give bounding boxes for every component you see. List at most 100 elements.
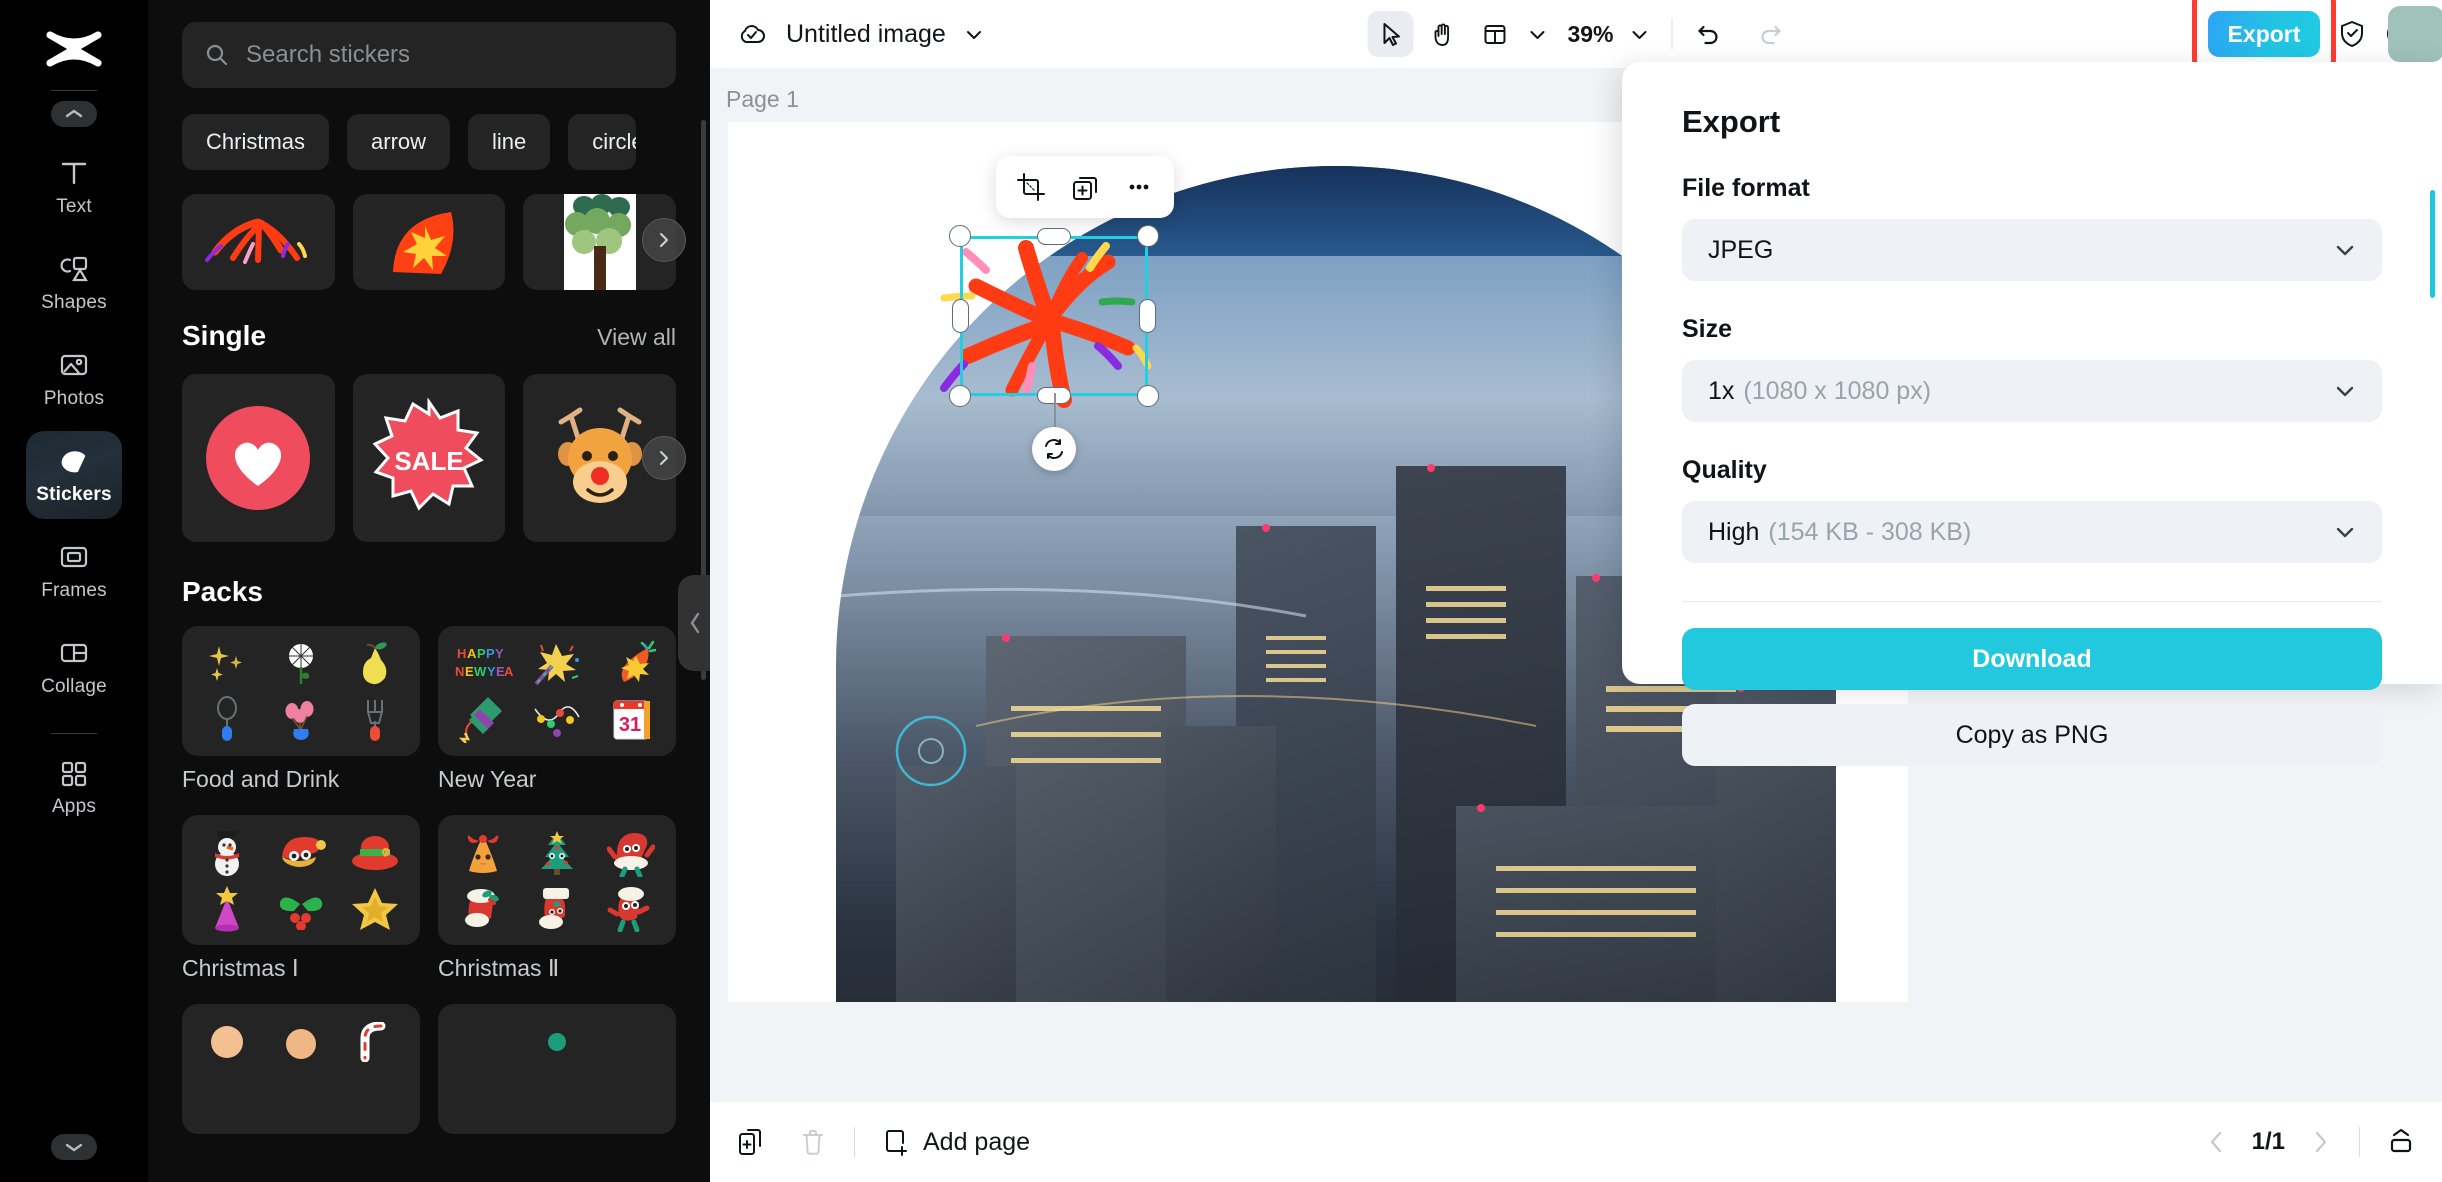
view-all-link[interactable]: View all — [597, 324, 676, 351]
rail-collapse-down-button[interactable] — [51, 1134, 97, 1160]
app-logo[interactable] — [41, 22, 107, 76]
search-input[interactable]: Search stickers — [182, 22, 676, 88]
selection-box[interactable] — [949, 225, 1159, 471]
svg-text:H: H — [457, 646, 466, 661]
sticker-tile[interactable] — [182, 374, 335, 542]
search-placeholder: Search stickers — [246, 41, 411, 68]
hand-tool-button[interactable] — [1419, 11, 1465, 57]
copy-as-png-button[interactable]: Copy as PNG — [1682, 704, 2382, 766]
pack-thumbnail — [438, 1004, 676, 1134]
apps-icon — [58, 758, 90, 790]
left-rail: Text Shapes Photos Stickers Frames Colla… — [0, 0, 148, 1182]
sticker-tile[interactable] — [182, 194, 335, 290]
svg-text:31: 31 — [619, 714, 641, 736]
chevron-down-icon[interactable] — [964, 28, 984, 41]
size-detail: (1080 x 1080 px) — [1743, 376, 1932, 405]
more-horizontal-icon[interactable] — [1124, 172, 1154, 202]
resize-handle-bottom-right[interactable] — [1137, 385, 1159, 407]
sidebar-item-frames[interactable]: Frames — [26, 527, 122, 615]
pack-label: Christmas Ⅱ — [438, 955, 560, 981]
crop-icon[interactable] — [1016, 172, 1046, 202]
topbar-right: Export — [2192, 0, 2442, 70]
duplicate-page-icon[interactable] — [736, 1127, 766, 1157]
file-format-select[interactable]: JPEG — [1682, 219, 2382, 281]
layout-chevron-down-icon[interactable] — [1527, 28, 1547, 41]
zoom-level[interactable]: 39% — [1567, 21, 1613, 48]
sidebar-item-collage[interactable]: Collage — [26, 623, 122, 711]
pack-label: New Year — [438, 766, 537, 792]
pack-food-and-drink[interactable]: Food and Drink — [182, 626, 420, 793]
resize-handle-bottom-left[interactable] — [949, 385, 971, 407]
pack-new-year[interactable]: HAPPYNEWYEA 31 New Year — [438, 626, 676, 793]
resize-handle-left[interactable] — [952, 299, 969, 333]
file-format-value: JPEG — [1708, 235, 1774, 264]
sidebar-item-apps[interactable]: Apps — [26, 744, 122, 832]
photos-icon — [57, 348, 91, 382]
page-navigation: 1/1 — [2204, 1127, 2416, 1157]
export-panel-scrollbar[interactable] — [2430, 190, 2435, 298]
sidebar-item-text[interactable]: Text — [26, 143, 122, 231]
chip-line[interactable]: line — [468, 114, 551, 170]
resize-handle-top-right[interactable] — [1137, 225, 1159, 247]
duplicate-plus-icon[interactable] — [1070, 172, 1100, 202]
zoom-chevron-down-icon[interactable] — [1630, 28, 1650, 41]
panel-collapse-handle[interactable] — [678, 575, 710, 671]
export-button[interactable]: Export — [2208, 11, 2320, 57]
chevron-down-icon — [2334, 525, 2356, 539]
cloud-check-icon[interactable] — [736, 18, 768, 50]
chip-christmas[interactable]: Christmas — [182, 114, 330, 170]
bottom-bar: Add page 1/1 — [710, 1102, 2442, 1182]
export-panel-title: Export — [1682, 104, 1781, 139]
toolbar-divider — [1671, 19, 1673, 49]
selection-floating-toolbar — [996, 156, 1174, 218]
prev-page-button[interactable] — [2204, 1129, 2230, 1155]
size-select[interactable]: 1x (1080 x 1080 px) — [1682, 360, 2382, 422]
pack-label: Christmas Ⅰ — [182, 955, 299, 981]
sticker-tag-chips: Christmas arrow line circle — [182, 114, 676, 170]
top-toolbar: Untitled image 39% Export — [710, 0, 2442, 70]
next-page-button[interactable] — [2307, 1129, 2333, 1155]
pack-row3-left[interactable] — [182, 1004, 420, 1134]
quality-select[interactable]: High (154 KB - 308 KB) — [1682, 501, 2382, 563]
panel-expand-icon[interactable] — [2386, 1127, 2416, 1157]
svg-text:N: N — [455, 664, 464, 679]
quality-detail: (154 KB - 308 KB) — [1768, 517, 1972, 546]
document-title[interactable]: Untitled image — [786, 20, 946, 49]
sidebar-item-photos[interactable]: Photos — [26, 335, 122, 423]
resize-handle-top-left[interactable] — [949, 225, 971, 247]
topbar-tools: 39% — [1367, 11, 1784, 57]
rotate-handle[interactable] — [1032, 427, 1076, 471]
chip-circle[interactable]: circle — [568, 114, 637, 170]
sidebar-item-shapes[interactable]: Shapes — [26, 239, 122, 327]
single-stickers-row: SALE — [182, 374, 686, 542]
shield-check-icon[interactable] — [2336, 18, 2368, 50]
sticker-tile[interactable] — [352, 194, 506, 290]
sidebar-item-label: Collage — [41, 676, 107, 697]
rail-collapse-up-button[interactable] — [51, 101, 97, 127]
pack-label: Food and Drink — [182, 766, 340, 792]
recent-carousel-next-button[interactable] — [642, 218, 686, 262]
svg-text:SALE: SALE — [394, 446, 463, 476]
quality-value: High — [1708, 517, 1760, 546]
add-page-button[interactable]: Add page — [881, 1127, 1030, 1157]
resize-handle-right[interactable] — [1139, 299, 1156, 333]
resize-handle-top[interactable] — [1037, 228, 1071, 245]
undo-icon[interactable] — [1695, 20, 1723, 48]
pack-thumbnail — [182, 815, 420, 945]
packs-section-title: Packs — [182, 576, 263, 607]
chevron-down-icon — [2334, 243, 2356, 257]
page-indicator: 1/1 — [2251, 1128, 2285, 1155]
single-carousel-next-button[interactable] — [642, 436, 686, 480]
pack-christmas-2[interactable]: Christmas Ⅱ — [438, 815, 676, 982]
sticker-tile[interactable]: SALE — [352, 374, 506, 542]
select-tool-button[interactable] — [1367, 11, 1414, 57]
download-button[interactable]: Download — [1682, 628, 2382, 690]
chevron-down-icon — [2334, 384, 2356, 398]
sidebar-item-stickers[interactable]: Stickers — [26, 431, 122, 519]
pack-row3-right[interactable] — [438, 1004, 676, 1134]
pack-christmas-1[interactable]: Christmas Ⅰ — [182, 815, 420, 982]
layout-tool-button[interactable] — [1471, 11, 1517, 57]
sidebar-item-label: Stickers — [36, 484, 112, 505]
chip-arrow[interactable]: arrow — [347, 114, 451, 170]
avatar[interactable] — [2388, 6, 2442, 62]
